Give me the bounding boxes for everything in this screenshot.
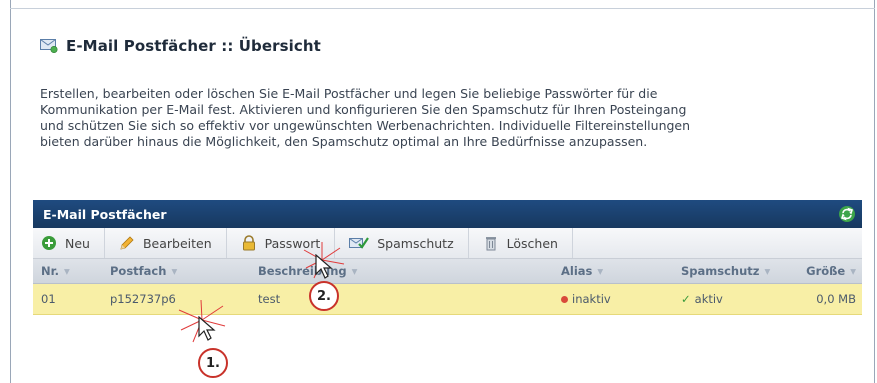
page-header: E-Mail Postfächer :: Übersicht [40, 37, 321, 55]
mailbox-panel: E-Mail Postfächer Neu Bearbeiten Passwor… [33, 200, 862, 315]
cell-nr: 01 [41, 292, 56, 306]
table-header: Nr. ▾ Postfach ▾ Beschreibung ▾ Alias ▾ Spam… [33, 259, 862, 284]
callout-1: 1. [198, 348, 228, 378]
sort-icon: ▾ [597, 264, 604, 278]
refresh-icon[interactable] [838, 205, 856, 223]
sort-icon: ▾ [64, 264, 70, 278]
description-line: Erstellen, bearbeiten oder löschen Sie E… [40, 86, 658, 101]
sort-icon: ▾ [351, 264, 358, 278]
spam-status: aktiv [694, 292, 723, 306]
column-header-nr[interactable]: Nr. ▾ [33, 264, 110, 278]
spam-protection-button[interactable]: Spamschutz [335, 228, 469, 258]
panel-title-bar: E-Mail Postfächer [33, 200, 862, 228]
description-line: bieten darüber hinaus die Möglichkeit, d… [40, 134, 648, 149]
sort-icon: ▾ [171, 264, 178, 278]
page-title: E-Mail Postfächer :: Übersicht [66, 37, 321, 55]
cell-alias: inaktiv [561, 292, 681, 306]
check-icon: ✓ [681, 292, 691, 306]
new-button[interactable]: Neu [33, 228, 105, 258]
sort-icon: ▾ [764, 264, 771, 278]
column-header-alias[interactable]: Alias ▾ [561, 264, 681, 278]
panel-title: E-Mail Postfächer [43, 206, 167, 222]
table-row[interactable]: 01 p152737p6 test inaktiv ✓ aktiv 0,0 MB [33, 284, 862, 315]
column-header-spamschutz[interactable]: Spamschutz ▾ [681, 264, 787, 278]
edit-button-label: Bearbeiten [142, 235, 212, 251]
trash-icon [485, 237, 496, 251]
callout-2: 2. [309, 281, 339, 311]
description-line: und schützen Sie sich so effektiv vor un… [40, 118, 691, 133]
mailbox-icon [40, 39, 58, 53]
lock-icon [242, 235, 255, 251]
alias-status: inaktiv [572, 292, 611, 306]
mouse-pointer-icon [315, 254, 333, 279]
cell-groesse: 0,0 MB [816, 292, 856, 306]
add-icon [42, 236, 56, 250]
edit-button[interactable]: Bearbeiten [105, 228, 227, 258]
cell-beschreibung: test [258, 292, 281, 306]
new-button-label: Neu [65, 235, 90, 251]
cell-spamschutz: ✓ aktiv [681, 292, 787, 306]
sort-icon: ▾ [850, 264, 856, 278]
pencil-icon [120, 236, 134, 250]
page-description: Erstellen, bearbeiten oder löschen Sie E… [40, 86, 840, 150]
toolbar: Neu Bearbeiten Passwort Spamschutz Lösch… [33, 228, 862, 259]
spam-protection-button-label: Spamschutz [377, 235, 454, 251]
mail-check-icon [349, 237, 370, 249]
top-divider [10, 8, 875, 9]
mouse-pointer-icon [198, 316, 216, 341]
delete-button[interactable]: Löschen [469, 228, 573, 258]
column-header-groesse[interactable]: Größe ▾ [787, 264, 862, 278]
column-header-postfach[interactable]: Postfach ▾ [110, 264, 258, 278]
inactive-status-icon [561, 296, 568, 303]
content-frame [10, 0, 875, 383]
delete-button-label: Löschen [506, 235, 558, 251]
description-line: Kommunikation per E-Mail fest. Aktiviere… [40, 102, 687, 117]
